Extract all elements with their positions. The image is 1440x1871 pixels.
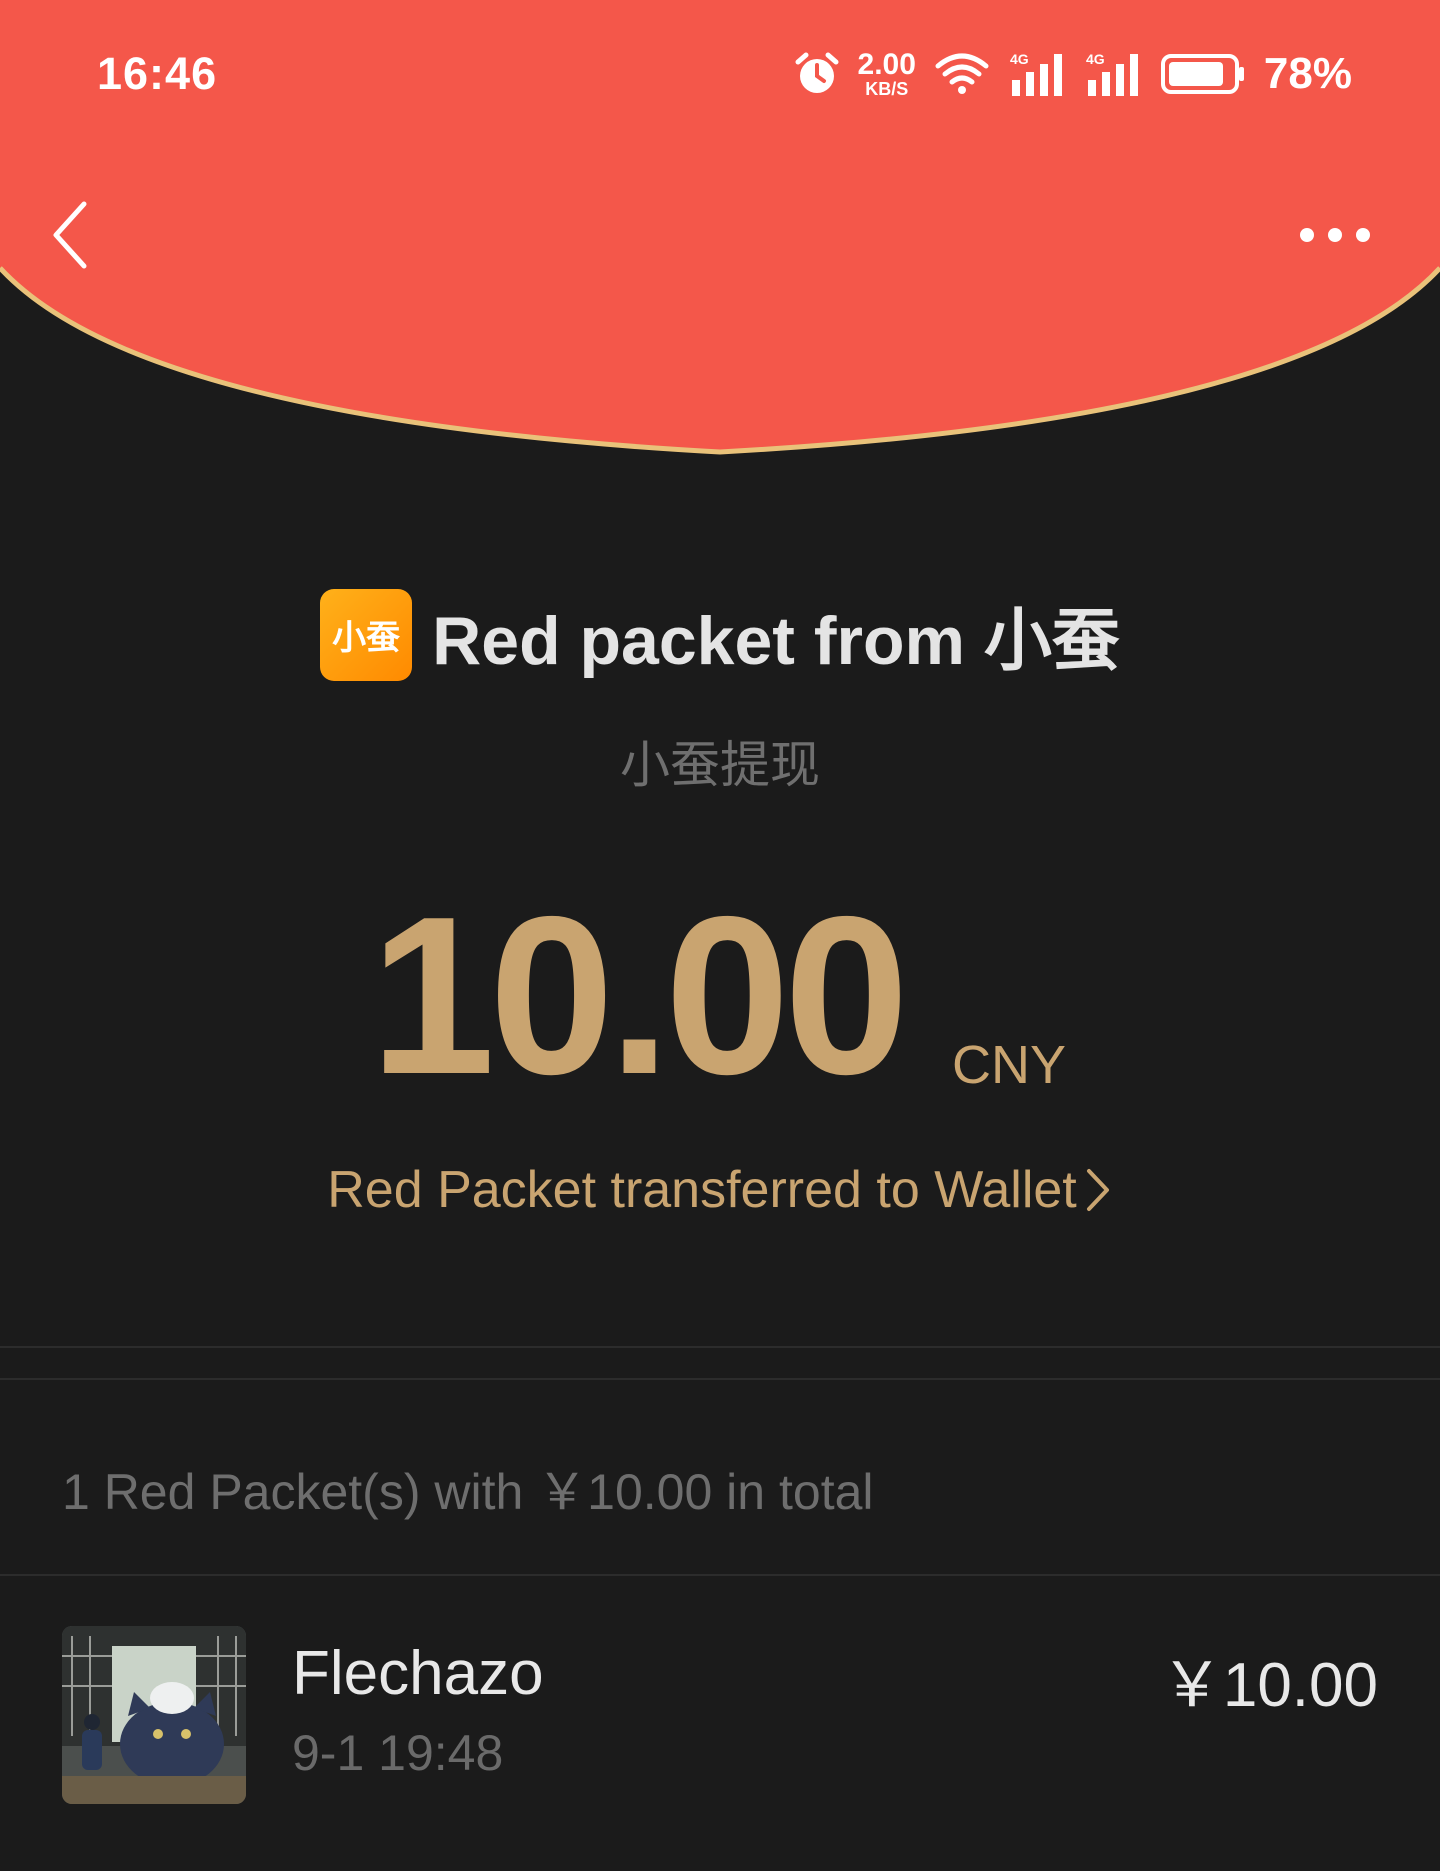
svg-text:4G: 4G xyxy=(1086,51,1105,67)
section-divider xyxy=(0,1378,1440,1380)
wifi-icon xyxy=(934,52,990,96)
record-name: Flechazo xyxy=(292,1639,544,1708)
battery-percent: 78% xyxy=(1263,49,1352,98)
more-dots-icon xyxy=(1300,228,1370,242)
battery-icon xyxy=(1160,52,1246,96)
list-item[interactable]: Flechazo 9-1 19:48 ￥10.00 xyxy=(0,1576,1440,1836)
packet-amount: 10.00 CNY xyxy=(0,880,1440,1110)
packet-subtitle: 小蚕提现 xyxy=(620,736,820,794)
chevron-left-icon xyxy=(53,201,87,269)
packet-title-row: 小蚕 Red packet from 小蚕 xyxy=(0,585,1440,684)
status-bar: 16:46 2.00 KB/S 4G 4G 78% xyxy=(0,0,1440,150)
back-button[interactable] xyxy=(40,195,100,275)
chevron-right-icon xyxy=(1086,1169,1109,1211)
amount-value: 10.00 xyxy=(370,869,909,1121)
alarm-icon xyxy=(794,51,840,97)
packet-summary: 1 Red Packet(s) with ￥10.00 in total xyxy=(62,1464,874,1520)
avatar xyxy=(62,1626,246,1804)
svg-text:4G: 4G xyxy=(1010,51,1029,67)
record-amount: ￥10.00 xyxy=(1160,1651,1378,1720)
wallet-link[interactable]: Red Packet transferred to Wallet xyxy=(0,1160,1440,1220)
amount-currency: CNY xyxy=(952,1035,1067,1095)
wallet-link-label: Red Packet transferred to Wallet xyxy=(327,1161,1077,1219)
net-speed-unit: KB/S xyxy=(865,79,909,99)
record-time: 9-1 19:48 xyxy=(292,1725,504,1781)
status-time: 16:46 xyxy=(97,48,218,99)
status-icons: 2.00 KB/S 4G 4G 78% xyxy=(794,44,1352,104)
signal-4g-icon: 4G xyxy=(1008,50,1066,98)
sender-logo-text: 小蚕 xyxy=(332,618,401,658)
sender-logo: 小蚕 xyxy=(320,588,413,681)
net-speed: 2.00 KB/S xyxy=(857,48,916,99)
more-button[interactable] xyxy=(1290,210,1380,260)
packet-title: Red packet from 小蚕 xyxy=(432,603,1120,679)
net-speed-value: 2.00 xyxy=(857,48,916,81)
section-divider xyxy=(0,1346,1440,1348)
signal-4g-icon: 4G xyxy=(1084,50,1142,98)
